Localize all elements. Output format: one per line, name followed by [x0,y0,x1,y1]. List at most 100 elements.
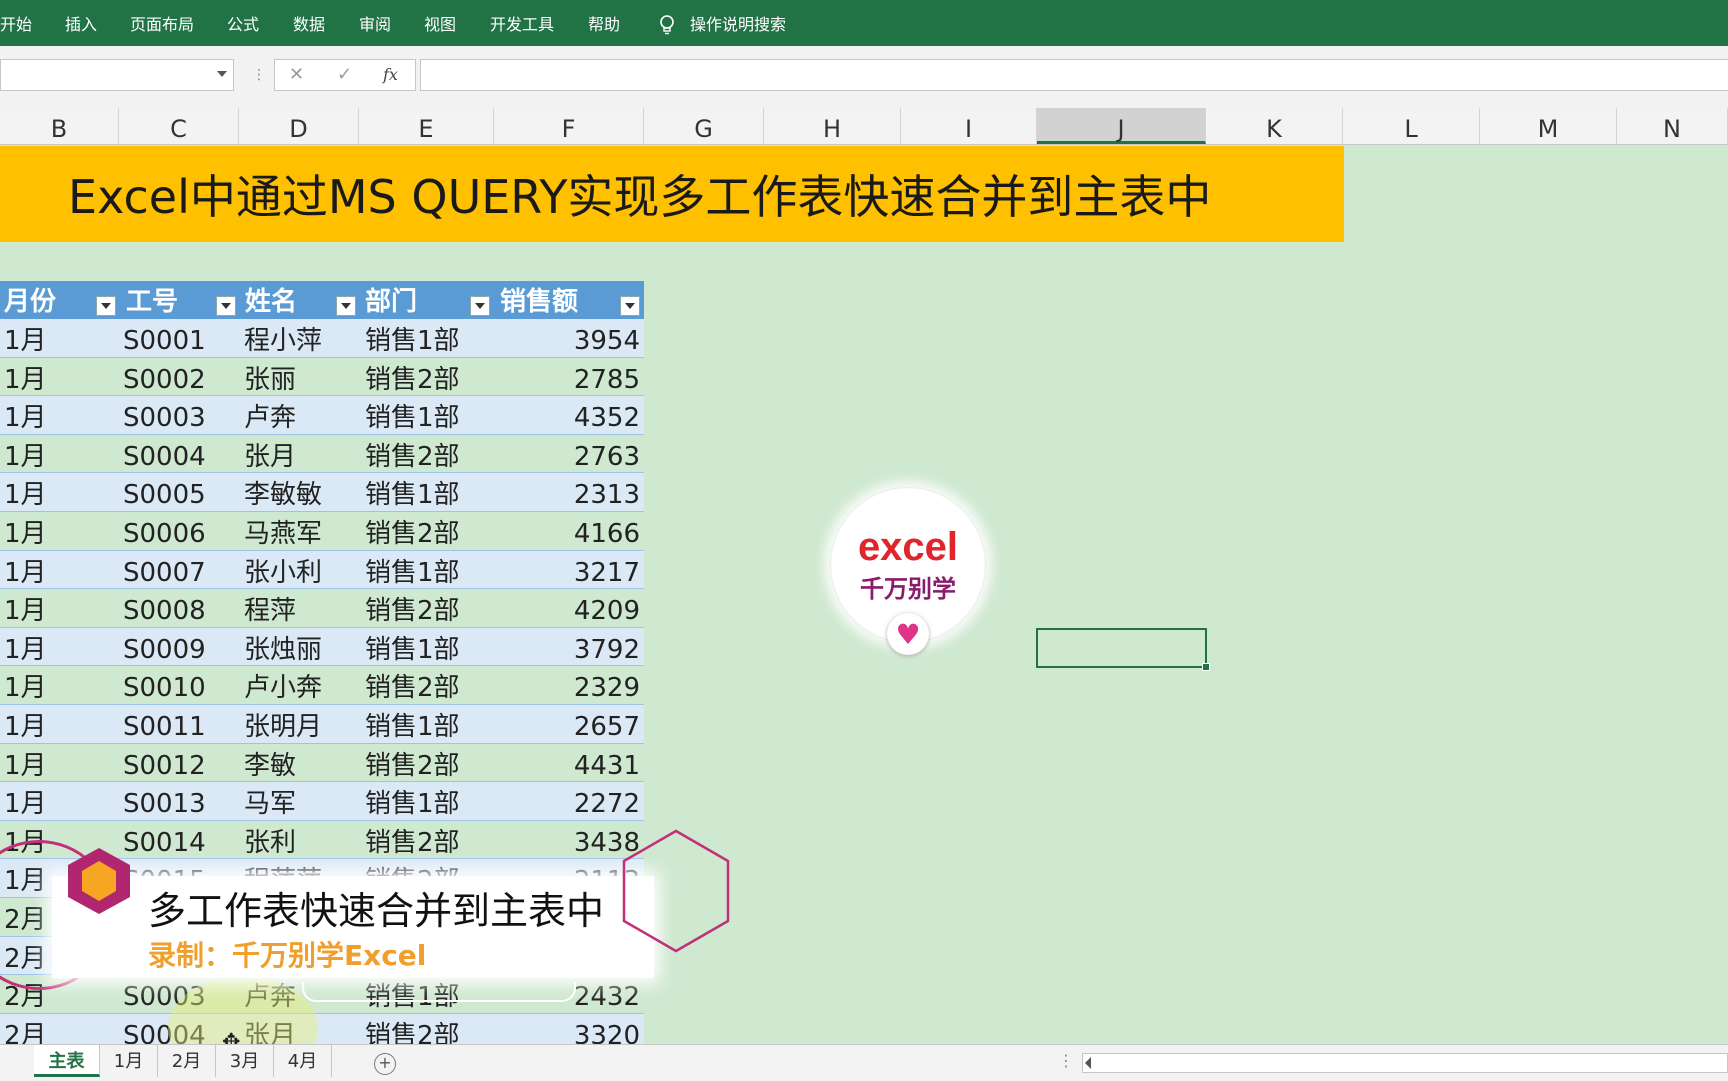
table-row[interactable]: 1月 S0008 程萍 销售2部 4209 [0,589,644,628]
filter-dropdown-icon[interactable] [470,296,490,316]
column-header-c[interactable]: C [119,108,239,144]
cell-id[interactable]: S0001 [123,319,206,357]
cell-id[interactable]: S0014 [123,821,206,859]
table-row[interactable]: 1月 S0012 李敏 销售2部 4431 [0,743,644,783]
cell-name[interactable]: 张烛丽 [244,628,322,666]
cell-id[interactable]: S0006 [123,512,206,550]
sheet-tab-mar[interactable]: 3月 [216,1045,274,1077]
cell-id[interactable]: S0007 [123,551,206,589]
cell-month[interactable]: 1月 [4,628,47,666]
insert-function-icon[interactable]: fx [383,60,398,90]
ribbon-tab-formulas[interactable]: 公式 [227,0,259,46]
table-row[interactable]: 1月 S0004 张月 销售2部 2763 [0,434,644,474]
cell-id[interactable]: S0004 [123,435,206,473]
cell-id[interactable]: S0009 [123,628,206,666]
cell-name[interactable]: 张丽 [244,358,296,396]
sheet-tab-jan[interactable]: 1月 [100,1045,158,1077]
cell-month[interactable]: 1月 [4,435,47,473]
cancel-icon[interactable]: ✕ [289,60,304,90]
filter-dropdown-icon[interactable] [336,296,356,316]
table-row[interactable]: 1月 S0010 卢小奔 销售2部 2329 [0,666,644,705]
cell-name[interactable]: 张月 [244,435,296,473]
cell-dept[interactable]: 销售1部 [365,705,460,743]
cell-sales[interactable]: 4352 [574,396,640,434]
chevron-down-icon[interactable] [217,71,227,77]
column-header-k[interactable]: K [1206,108,1343,144]
cell-month[interactable]: 1月 [4,744,47,782]
cell-sales[interactable]: 3217 [574,551,640,589]
table-row[interactable]: 1月 S0005 李敏敏 销售1部 2313 [0,473,644,512]
horizontal-scrollbar[interactable] [1082,1053,1728,1073]
ribbon-tab-home[interactable]: 开始 [0,0,32,46]
column-header-n[interactable]: N [1617,108,1728,144]
filter-dropdown-icon[interactable] [216,296,236,316]
cell-month[interactable]: 1月 [4,512,47,550]
cell-sales[interactable]: 4209 [574,589,640,627]
cell-name[interactable]: 卢奔 [244,396,296,434]
cell-id[interactable]: S0012 [123,744,206,782]
cell-id[interactable]: S0013 [123,782,206,820]
ribbon-tab-page-layout[interactable]: 页面布局 [130,0,194,46]
table-row[interactable]: 1月 S0001 程小萍 销售1部 3954 [0,319,644,358]
cell-dept[interactable]: 销售2部 [365,435,460,473]
ribbon-tab-developer[interactable]: 开发工具 [490,0,554,46]
cell-name[interactable]: 张小利 [244,551,322,589]
sheet-tab-feb[interactable]: 2月 [158,1045,216,1077]
formula-input[interactable] [420,59,1728,91]
cell-dept[interactable]: 销售2部 [365,589,460,627]
name-box[interactable] [0,59,234,91]
selected-cell[interactable] [1036,628,1210,671]
column-header-b[interactable]: B [0,108,119,144]
cell-name[interactable]: 程小萍 [244,319,322,357]
cell-sales[interactable]: 3954 [574,319,640,357]
cell-sales[interactable]: 2763 [574,435,640,473]
cell-dept[interactable]: 销售2部 [365,512,460,550]
cell-dept[interactable]: 销售1部 [365,319,460,357]
cell-month[interactable]: 1月 [4,319,47,357]
add-sheet-icon[interactable]: + [374,1053,396,1075]
cell-sales[interactable]: 3792 [574,628,640,666]
cell-id[interactable]: S0011 [123,705,206,743]
cell-sales[interactable]: 4431 [574,744,640,782]
cell-month[interactable]: 1月 [4,782,47,820]
cell-sales[interactable]: 2272 [574,782,640,820]
ribbon-tab-view[interactable]: 视图 [424,0,456,46]
cell-id[interactable]: S0010 [123,666,206,704]
cell-dept[interactable]: 销售2部 [365,666,460,704]
table-row[interactable]: 1月 S0007 张小利 销售1部 3217 [0,550,644,590]
cell-dept[interactable]: 销售2部 [365,821,460,859]
cell-name[interactable]: 张明月 [244,705,322,743]
cell-dept[interactable]: 销售2部 [365,358,460,396]
ribbon-tab-help[interactable]: 帮助 [588,0,620,46]
cell-name[interactable]: 马军 [244,782,296,820]
filter-dropdown-icon[interactable] [96,296,116,316]
cell-dept[interactable]: 销售1部 [365,473,460,511]
column-header-j[interactable]: J [1037,108,1206,144]
cell-name[interactable]: 李敏 [244,744,296,782]
column-header-g[interactable]: G [644,108,764,144]
filter-dropdown-icon[interactable] [620,296,640,316]
scroll-left-icon[interactable] [1085,1057,1091,1069]
cell-sales[interactable]: 2785 [574,358,640,396]
column-header-f[interactable]: F [494,108,644,144]
cell-dept[interactable]: 销售2部 [365,744,460,782]
column-header-i[interactable]: I [901,108,1037,144]
table-row[interactable]: 1月 S0009 张烛丽 销售1部 3792 [0,627,644,667]
table-row[interactable]: 1月 S0006 马燕军 销售2部 4166 [0,512,644,551]
cell-month[interactable]: 1月 [4,396,47,434]
cell-month[interactable]: 1月 [4,473,47,511]
cell-month[interactable]: 1月 [4,358,47,396]
cell-name[interactable]: 张利 [244,821,296,859]
column-header-e[interactable]: E [359,108,494,144]
cell-id[interactable]: S0005 [123,473,206,511]
ribbon-tab-insert[interactable]: 插入 [65,0,97,46]
column-header-l[interactable]: L [1343,108,1480,144]
cell-name[interactable]: 李敏敏 [244,473,322,511]
cell-month[interactable]: 1月 [4,666,47,704]
splitter-icon[interactable]: ⋮ [1058,1051,1074,1070]
sheet-tab-main[interactable]: 主表 [34,1045,100,1077]
table-row[interactable]: 1月 S0002 张丽 销售2部 2785 [0,357,644,397]
cell-id[interactable]: S0002 [123,358,206,396]
enter-icon[interactable]: ✓ [337,60,352,90]
cell-dept[interactable]: 销售1部 [365,551,460,589]
